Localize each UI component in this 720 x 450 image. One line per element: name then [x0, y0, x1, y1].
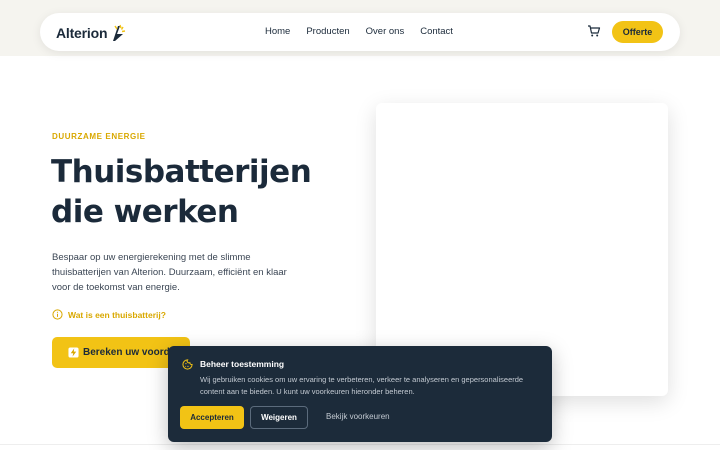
logo[interactable]: Alterion: [56, 24, 127, 42]
hero-lead: Bespaar op uw energierekening met de sli…: [52, 252, 287, 293]
main-menu: Home Producten Over ons Contact: [265, 26, 453, 37]
nav-producten[interactable]: Producten: [306, 26, 349, 37]
accept-button[interactable]: Accepteren: [180, 406, 244, 429]
what-is-link[interactable]: Wat is een thuisbatterij?: [52, 309, 166, 320]
what-is-link-label: Wat is een thuisbatterij?: [68, 309, 166, 320]
hero-title: Thuisbatterijen die werken: [51, 154, 312, 230]
cookie-text: Wij gebruiken cookies om uw ervaring te …: [200, 375, 524, 396]
nav-home[interactable]: Home: [265, 26, 290, 37]
logo-text: Alterion: [56, 25, 108, 41]
refuse-button[interactable]: Weigeren: [250, 406, 308, 429]
navbar: Alterion Home Producten Over ons Contact…: [40, 13, 680, 51]
section-divider: [0, 444, 720, 445]
nav-over-ons[interactable]: Over ons: [366, 26, 405, 37]
bolt-icon: [68, 347, 79, 358]
info-icon: [52, 309, 63, 320]
offerte-button[interactable]: Offerte: [612, 21, 663, 43]
preferences-link[interactable]: Bekijk voorkeuren: [326, 412, 390, 421]
cookie-banner: Beheer toestemming Wij gebruiken cookies…: [168, 346, 552, 442]
cart-icon[interactable]: [587, 24, 601, 38]
nav-contact[interactable]: Contact: [420, 26, 453, 37]
cookie-title: Beheer toestemming: [200, 359, 285, 369]
logo-mark-icon: [113, 24, 126, 41]
hero-eyebrow: DUURZAME ENERGIE: [52, 132, 146, 141]
cookie-icon: [182, 359, 193, 370]
